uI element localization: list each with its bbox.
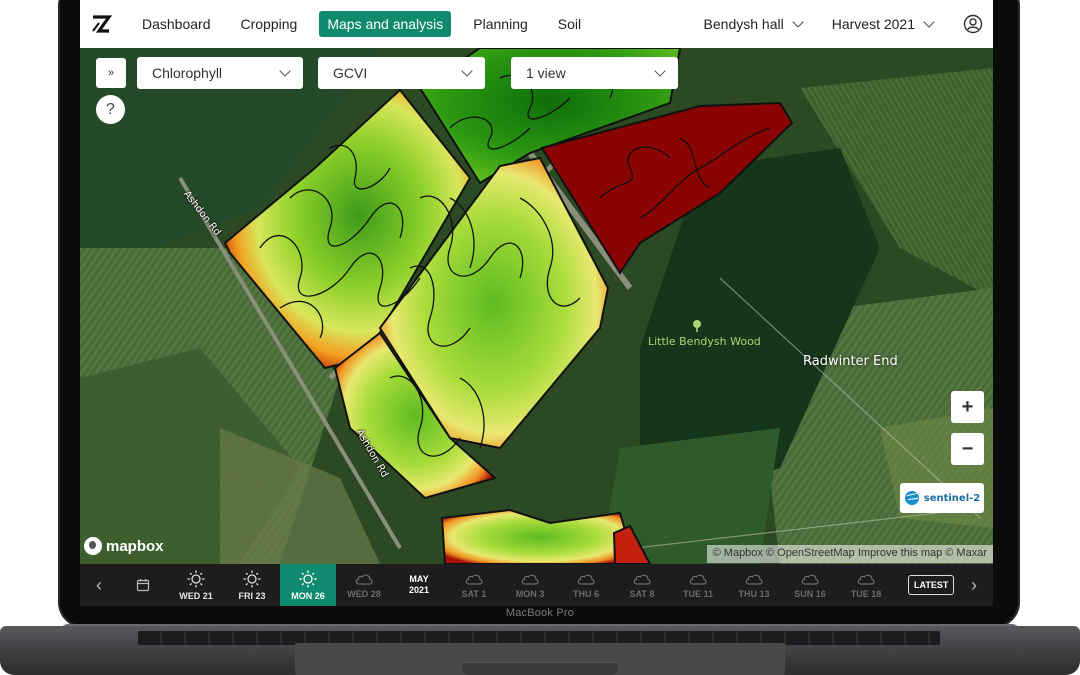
- double-chevron-down-icon: »: [107, 67, 115, 79]
- timeline-month-marker: MAY 2021: [392, 564, 446, 606]
- calendar-button[interactable]: [118, 564, 168, 606]
- view-select[interactable]: 1 view: [511, 57, 678, 89]
- timeline-day[interactable]: TUE 18: [838, 564, 894, 606]
- nav-maps-and-analysis[interactable]: Maps and analysis: [319, 11, 452, 37]
- timeline-day[interactable]: MON 3: [502, 564, 558, 606]
- timeline-day-label: FRI 23: [238, 590, 266, 601]
- cloud-icon: [689, 573, 707, 585]
- timeline-day[interactable]: FRI 23: [224, 564, 280, 606]
- sentinel-2-badge[interactable]: sentinel-2: [900, 483, 984, 513]
- timeline-day[interactable]: THU 13: [726, 564, 782, 606]
- nav-soil[interactable]: Soil: [550, 11, 589, 37]
- timeline-day[interactable]: SAT 1: [446, 564, 502, 606]
- chevron-down-icon: [461, 64, 473, 77]
- sun-icon: [187, 570, 205, 587]
- map-canvas[interactable]: Little Bendysh Wood Radwinter End Ashdon…: [80, 48, 993, 564]
- calendar-icon: [136, 579, 150, 592]
- map-label-town: Radwinter End: [803, 354, 898, 369]
- timeline-day[interactable]: THU 6: [558, 564, 614, 606]
- chevron-down-icon: [654, 64, 666, 77]
- index-select[interactable]: GCVI: [318, 57, 485, 89]
- timeline-next-button[interactable]: ›: [955, 564, 993, 606]
- layer-select-value: Chlorophyll: [152, 65, 223, 81]
- season-name: Harvest 2021: [831, 16, 915, 32]
- chevron-left-icon: ‹: [96, 574, 102, 595]
- cloud-icon: [745, 573, 763, 585]
- timeline-day-label: SAT 1: [461, 588, 487, 599]
- timeline-day[interactable]: SUN 16: [782, 564, 838, 606]
- view-select-value: 1 view: [526, 65, 566, 81]
- satellite-map: [80, 48, 993, 564]
- timeline-day-label: WED 21: [179, 590, 213, 601]
- timeline-day[interactable]: MON 26: [280, 564, 336, 606]
- timeline-day-label: WED 28: [347, 588, 381, 599]
- cloud-icon: [801, 573, 819, 585]
- minus-icon: −: [961, 437, 974, 460]
- map-label-wood: Little Bendysh Wood: [648, 335, 761, 348]
- satellite-globe-icon: [904, 491, 919, 505]
- timeline-day-label: MON 26: [291, 590, 325, 601]
- timeline-day-label: TUE 11: [682, 588, 713, 599]
- app-logo-icon[interactable]: [90, 13, 112, 35]
- app-screen: Dashboard Cropping Maps and analysis Pla…: [80, 0, 993, 606]
- index-select-value: GCVI: [333, 65, 368, 81]
- timeline-day[interactable]: SAT 8: [614, 564, 670, 606]
- laptop-notch: [462, 662, 618, 675]
- timeline-prev-button[interactable]: ‹: [80, 564, 118, 606]
- device-label: MacBook Pro: [505, 607, 575, 619]
- nav-planning[interactable]: Planning: [465, 11, 536, 37]
- layer-select[interactable]: Chlorophyll: [137, 57, 303, 89]
- mapbox-icon: [84, 537, 102, 555]
- timeline-day-label: TUE 18: [850, 588, 882, 599]
- chevron-down-icon: [923, 15, 935, 28]
- laptop-mockup: MacBook Pro Dashboard Cropping Maps and …: [0, 0, 1080, 675]
- chevron-down-icon: [792, 15, 804, 28]
- cloud-icon: [577, 573, 595, 585]
- chevron-right-icon: ›: [971, 574, 977, 595]
- sun-icon: [243, 570, 261, 587]
- plus-icon: +: [961, 395, 974, 418]
- cloud-icon: [355, 573, 373, 585]
- mapbox-logo[interactable]: mapbox: [84, 537, 164, 555]
- timeline-days-april: WED 21 FRI 23 MON 26 WED 28: [168, 564, 392, 606]
- help-icon: ?: [106, 100, 115, 118]
- timeline-days-may: SAT 1 MON 3 THU 6 SAT 8 TUE 11 THU 13 SUN 16 TU…: [446, 564, 894, 606]
- timeline-day-label: SAT 8: [629, 588, 655, 599]
- timeline-day[interactable]: WED 28: [336, 564, 392, 606]
- year-label: 2021: [408, 585, 430, 595]
- map-attribution[interactable]: © Mapbox © OpenStreetMap Improve this ma…: [706, 545, 993, 563]
- nav-cropping[interactable]: Cropping: [233, 11, 306, 37]
- season-dropdown[interactable]: Harvest 2021: [831, 15, 935, 32]
- zoom-out-button[interactable]: −: [951, 433, 984, 465]
- cloud-icon: [465, 573, 483, 585]
- tree-icon: [693, 320, 701, 332]
- user-circle-icon[interactable]: [963, 14, 983, 34]
- cloud-icon: [857, 573, 875, 585]
- help-button[interactable]: ?: [96, 95, 125, 124]
- timeline-day-label: THU 13: [738, 588, 770, 599]
- latest-button[interactable]: LATEST: [908, 575, 955, 595]
- sentinel-label: sentinel-2: [923, 492, 981, 504]
- nav-right: Bendysh hall Harvest 2021: [704, 14, 993, 34]
- timeline-day[interactable]: TUE 11: [670, 564, 726, 606]
- cloud-icon: [521, 573, 539, 585]
- mapbox-label: mapbox: [106, 537, 164, 555]
- date-timeline: ‹ WED 21 FRI 23 MON 26 WED 28 MAY 2021 SAT …: [80, 564, 993, 606]
- month-label: MAY: [409, 574, 429, 584]
- farm-dropdown[interactable]: Bendysh hall: [703, 15, 804, 32]
- collapse-panel-button[interactable]: »: [96, 58, 126, 88]
- zoom-in-button[interactable]: +: [951, 391, 984, 423]
- nav-dashboard[interactable]: Dashboard: [134, 11, 219, 37]
- top-nav: Dashboard Cropping Maps and analysis Pla…: [80, 0, 993, 48]
- timeline-day-label: SUN 16: [794, 588, 826, 599]
- timeline-day[interactable]: WED 21: [168, 564, 224, 606]
- farm-name: Bendysh hall: [703, 16, 784, 32]
- sun-icon: [299, 570, 317, 587]
- chevron-down-icon: [279, 64, 291, 77]
- timeline-day-label: MON 3: [515, 588, 545, 599]
- cloud-icon: [633, 573, 651, 585]
- timeline-day-label: THU 6: [572, 588, 599, 599]
